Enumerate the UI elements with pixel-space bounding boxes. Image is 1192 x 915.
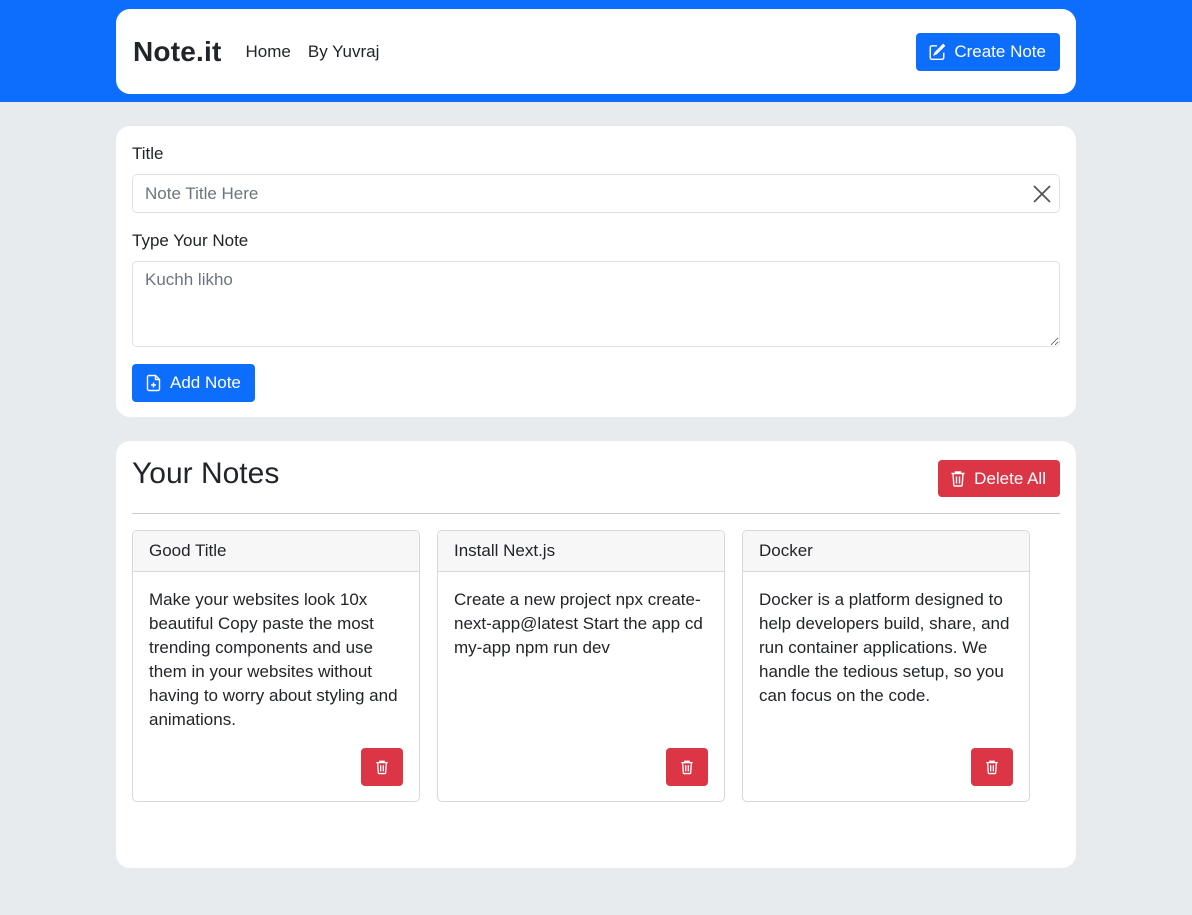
notes-heading: Your Notes: [132, 457, 280, 490]
pencil-square-icon: [929, 43, 946, 60]
note-label: Type Your Note: [132, 231, 249, 250]
add-note-label: Add Note: [170, 373, 241, 392]
note-body: Make your websites look 10x beautiful Co…: [149, 590, 398, 729]
add-note-button[interactable]: Add Note: [132, 364, 255, 402]
delete-note-button[interactable]: [361, 748, 403, 786]
note-title: Install Next.js: [438, 531, 724, 572]
nav-link-home[interactable]: Home: [246, 42, 291, 62]
note-title: Docker: [743, 531, 1029, 572]
delete-note-button[interactable]: [666, 748, 708, 786]
trash-icon: [681, 760, 693, 775]
note-card: Docker Docker is a platform designed to …: [742, 530, 1030, 802]
delete-all-label: Delete All: [974, 468, 1046, 488]
create-note-button[interactable]: Create Note: [916, 32, 1060, 71]
trash-icon: [951, 471, 965, 487]
trash-icon: [986, 760, 998, 775]
title-input-wrapper: [132, 174, 1060, 213]
note-title: Good Title: [133, 531, 419, 572]
note-textarea[interactable]: [132, 261, 1060, 347]
title-input[interactable]: [132, 174, 1060, 213]
note-card: Good Title Make your websites look 10x b…: [132, 530, 420, 802]
note-card: Install Next.js Create a new project npx…: [437, 530, 725, 802]
note-body: Create a new project npx create-next-app…: [454, 590, 703, 657]
brand-logo[interactable]: Note.it: [133, 36, 222, 68]
notes-header: Your Notes Delete All: [132, 457, 1060, 514]
note-form: Title Type Your Note Add Note: [116, 126, 1076, 417]
create-note-label: Create Note: [954, 41, 1046, 61]
close-icon[interactable]: [1032, 184, 1052, 204]
notes-section: Your Notes Delete All Good Title Make yo…: [116, 441, 1076, 868]
note-body: Docker is a platform designed to help de…: [759, 590, 1010, 705]
file-plus-icon: [146, 374, 161, 392]
title-label: Title: [132, 144, 164, 163]
navbar: Note.it Home By Yuvraj Create Note: [116, 9, 1076, 94]
nav-link-author[interactable]: By Yuvraj: [308, 42, 380, 62]
trash-icon: [376, 760, 388, 775]
notes-grid: Good Title Make your websites look 10x b…: [132, 530, 1060, 802]
delete-all-button[interactable]: Delete All: [938, 460, 1060, 497]
delete-note-button[interactable]: [971, 748, 1013, 786]
